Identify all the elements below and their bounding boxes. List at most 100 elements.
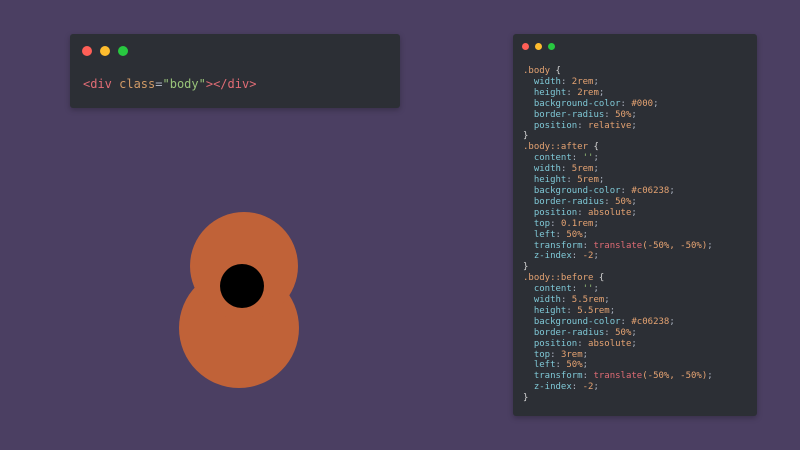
code-token: content [523, 284, 572, 295]
code-token: ; [631, 327, 637, 338]
code-line: height: 5.5rem; [523, 306, 713, 317]
close-dot[interactable] [82, 46, 92, 56]
close-dot[interactable] [522, 43, 529, 50]
code-line: top: 3rem; [523, 350, 713, 361]
code-line: z-index: -2; [523, 251, 713, 262]
code-token: position [523, 207, 578, 218]
code-token: : [560, 164, 572, 175]
code-token: <div [83, 77, 112, 91]
code-token: : [550, 349, 561, 360]
code-token: : [582, 240, 594, 251]
code-token: ; [707, 371, 713, 382]
code-token: ; [669, 185, 675, 196]
code-line: .body { [523, 66, 713, 77]
code-token: z-index [523, 251, 572, 262]
code-token: : [577, 207, 589, 218]
code-token: ; [631, 338, 637, 349]
code-token: position [523, 338, 578, 349]
code-token: : [566, 87, 578, 98]
code-token: : [604, 327, 616, 338]
code-line: } [523, 262, 713, 273]
code-token: } [523, 262, 529, 273]
code-token: "body" [162, 77, 206, 91]
code-token: { [593, 273, 605, 284]
code-token: : [566, 305, 578, 316]
code-token: height [523, 87, 567, 98]
code-token: height [523, 175, 567, 186]
code-line: border-radius: 50%; [523, 110, 713, 121]
maximize-dot[interactable] [118, 46, 128, 56]
code-token: relative [588, 120, 632, 131]
code-line: } [523, 393, 713, 404]
css-editor-window: .body { width: 2rem; height: 2rem; backg… [513, 34, 757, 416]
code-token: ; [582, 349, 589, 360]
code-token: } [523, 131, 529, 142]
code-token: ; [631, 120, 637, 131]
code-token: ; [631, 109, 637, 120]
code-token: : [571, 251, 583, 262]
code-line: .body::after { [523, 142, 713, 153]
code-line: position: relative; [523, 121, 713, 132]
code-token: ; [593, 251, 599, 262]
code-token: #c06238 [631, 316, 670, 327]
code-token: 50% [566, 229, 583, 240]
code-token: class [111, 77, 156, 91]
code-token: : [604, 109, 616, 120]
code-token: 50% [615, 196, 632, 207]
code-line: border-radius: 50%; [523, 197, 713, 208]
code-token: background-color [523, 98, 621, 109]
code-token: ; [582, 360, 589, 371]
code-token: : [582, 371, 594, 382]
code-token: 5.5rem [577, 305, 610, 316]
code-token: 5rem [577, 175, 599, 186]
code-token: : [577, 338, 589, 349]
code-token: content [523, 153, 572, 164]
code-token: position [523, 120, 578, 131]
maximize-dot[interactable] [548, 43, 555, 50]
code-token: ; [593, 218, 599, 229]
code-token: '' [582, 284, 594, 295]
code-token: : [620, 98, 632, 109]
code-token: (-50%, -50%) [642, 240, 708, 251]
code-token: { [550, 66, 561, 76]
html-code-block: <div class="body"></div> [83, 77, 256, 91]
code-token: .body [523, 66, 551, 76]
code-token: #c06238 [631, 185, 670, 196]
code-token: transform [523, 240, 583, 251]
code-line: height: 2rem; [523, 88, 713, 99]
code-token: : [620, 316, 632, 327]
code-token: z-index [523, 382, 572, 393]
code-token: width [523, 76, 561, 87]
code-token: ; [669, 316, 675, 327]
code-token: : [571, 382, 583, 393]
code-token: left [523, 229, 556, 240]
code-line: content: ''; [523, 284, 713, 295]
minimize-dot[interactable] [535, 43, 542, 50]
code-token: transform [523, 371, 583, 382]
code-token: ; [707, 240, 713, 251]
minimize-dot[interactable] [100, 46, 110, 56]
code-line: top: 0.1rem; [523, 219, 713, 230]
code-line: position: absolute; [523, 339, 713, 350]
code-token: left [523, 360, 556, 371]
code-line: transform: translate(-50%, -50%); [523, 241, 713, 252]
poppy-preview [170, 200, 320, 400]
code-token: translate [593, 371, 643, 382]
code-token: (-50%, -50%) [642, 371, 708, 382]
code-token: ; [631, 196, 637, 207]
code-token: : [604, 196, 616, 207]
window-controls [82, 46, 128, 56]
code-token: : [555, 229, 567, 240]
code-token: #000 [631, 98, 654, 109]
code-token: background-color [523, 185, 621, 196]
code-token: ; [598, 87, 605, 98]
code-token: width [523, 164, 561, 175]
code-line: z-index: -2; [523, 382, 713, 393]
code-line: width: 5rem; [523, 164, 713, 175]
code-token: ; [593, 164, 599, 175]
code-line: background-color: #c06238; [523, 186, 713, 197]
code-token: ; [653, 98, 659, 109]
code-token: : [560, 76, 572, 87]
css-code-block: .body { width: 2rem; height: 2rem; backg… [523, 66, 713, 404]
code-line: background-color: #c06238; [523, 317, 713, 328]
